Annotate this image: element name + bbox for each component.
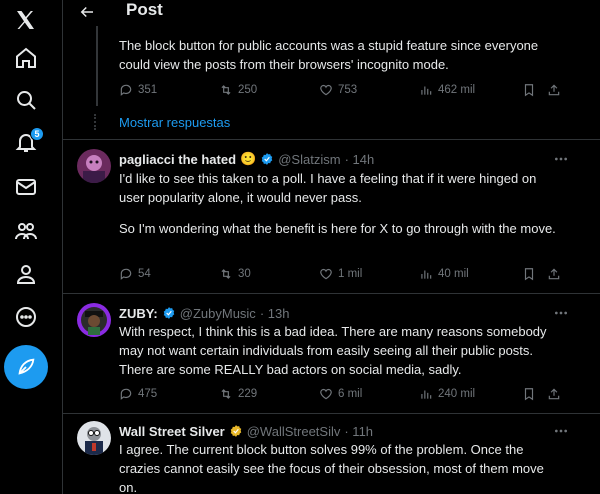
reply-icon [120, 84, 132, 96]
repost-icon [221, 85, 231, 95]
mail-icon[interactable] [6, 167, 46, 207]
feather-plus-icon [18, 358, 35, 375]
home-icon[interactable] [6, 38, 46, 78]
reply-icon [120, 268, 132, 280]
reply-count: 54 [138, 268, 151, 280]
reply-button[interactable]: 54 [119, 264, 151, 284]
reply-icon [120, 388, 132, 400]
repost-count: 30 [238, 268, 251, 280]
more-options-icon[interactable] [552, 306, 570, 320]
views-count: 240 mil [438, 388, 476, 400]
compose-post-button[interactable] [4, 345, 48, 389]
handle[interactable]: @Slatzism [278, 152, 340, 167]
repost-icon [221, 389, 231, 399]
reply-count: 475 [138, 388, 158, 400]
reply-count: 351 [138, 84, 158, 96]
views-button[interactable]: 462 mil [419, 80, 475, 100]
heart-icon [320, 268, 332, 280]
views-count: 40 mil [438, 268, 469, 280]
more-options-icon[interactable] [552, 152, 570, 166]
post-text: I'd like to see this taken to a poll. I … [119, 171, 537, 205]
post-text: I agree. The current block button solves… [119, 442, 544, 494]
verified-gold-badge-icon [230, 425, 241, 437]
share-icon[interactable] [547, 80, 561, 100]
repost-button[interactable]: 229 [219, 384, 257, 404]
heart-icon [320, 84, 332, 96]
post-actions: 351 250 753 462 mil [119, 80, 561, 100]
post-text: The block button for public accounts was… [119, 38, 539, 72]
page-header: Post [63, 0, 600, 26]
thread-line [96, 26, 98, 106]
views-count: 462 mil [438, 84, 476, 96]
handle[interactable]: @WallStreetSilv [247, 424, 341, 439]
heart-icon [320, 388, 332, 400]
emoji: 🙂 [240, 151, 257, 166]
post-header: Wall Street Silver @WallStreetSilv · 11h [119, 422, 373, 440]
avatar[interactable] [77, 303, 111, 337]
like-count: 753 [338, 84, 358, 96]
repost-icon [221, 269, 231, 279]
bookmark-icon[interactable] [522, 80, 536, 100]
post-actions: 475 229 6 mil 240 mil [119, 384, 561, 404]
divider [63, 293, 600, 294]
views-button[interactable]: 240 mil [419, 384, 475, 404]
bookmark-icon[interactable] [522, 384, 536, 404]
post-header: ZUBY: @ZubyMusic · 13h [119, 304, 289, 322]
timestamp[interactable]: · 11h [344, 424, 373, 439]
timestamp[interactable]: · 14h [345, 152, 375, 167]
repost-count: 229 [238, 388, 258, 400]
verified-badge-icon [261, 153, 273, 165]
notification-badge: 5 [30, 127, 44, 141]
share-icon[interactable] [547, 384, 561, 404]
search-icon[interactable] [6, 80, 46, 120]
divider [63, 139, 600, 140]
post-actions: 54 30 1 mil 40 mil [119, 264, 561, 284]
avatar[interactable] [77, 149, 111, 183]
handle[interactable]: @ZubyMusic [180, 306, 256, 321]
repost-count: 250 [238, 84, 258, 96]
like-button[interactable]: 753 [319, 80, 357, 100]
profile-icon[interactable] [6, 254, 46, 294]
bookmark-icon[interactable] [522, 264, 536, 284]
thread-dots [94, 114, 100, 130]
like-count: 6 mil [338, 388, 363, 400]
more-options-icon[interactable] [552, 424, 570, 438]
like-button[interactable]: 1 mil [319, 264, 362, 284]
main-column: Post The block button for public account… [62, 0, 600, 494]
views-chart-icon [421, 86, 432, 95]
verified-badge-icon [163, 307, 175, 319]
views-chart-icon [421, 270, 432, 279]
timestamp[interactable]: · 13h [260, 306, 290, 321]
views-button[interactable]: 40 mil [419, 264, 469, 284]
x-logo-icon[interactable] [6, 0, 46, 40]
communities-icon[interactable] [6, 211, 46, 251]
display-name[interactable]: pagliacci the hated [119, 152, 236, 167]
page-title: Post [126, 0, 163, 19]
back-arrow-icon[interactable] [75, 1, 99, 23]
repost-button[interactable]: 250 [219, 80, 257, 100]
post-text-paragraph: So I'm wondering what the benefit is her… [119, 221, 556, 236]
left-nav: 5 [0, 0, 52, 494]
show-replies-link[interactable]: Mostrar respuestas [119, 115, 230, 130]
post-text: With respect, I think this is a bad idea… [119, 324, 547, 377]
bell-icon[interactable]: 5 [6, 122, 46, 162]
like-button[interactable]: 6 mil [319, 384, 362, 404]
more-circle-icon[interactable] [6, 297, 46, 337]
views-chart-icon [421, 390, 432, 399]
display-name[interactable]: ZUBY: [119, 306, 158, 321]
repost-button[interactable]: 30 [219, 264, 251, 284]
divider [63, 413, 600, 414]
display-name[interactable]: Wall Street Silver [119, 424, 225, 439]
reply-button[interactable]: 475 [119, 384, 157, 404]
avatar[interactable] [77, 421, 111, 455]
like-count: 1 mil [338, 268, 363, 280]
reply-button[interactable]: 351 [119, 80, 157, 100]
share-icon[interactable] [547, 264, 561, 284]
post-header: pagliacci the hated 🙂 @Slatzism · 14h [119, 150, 374, 168]
